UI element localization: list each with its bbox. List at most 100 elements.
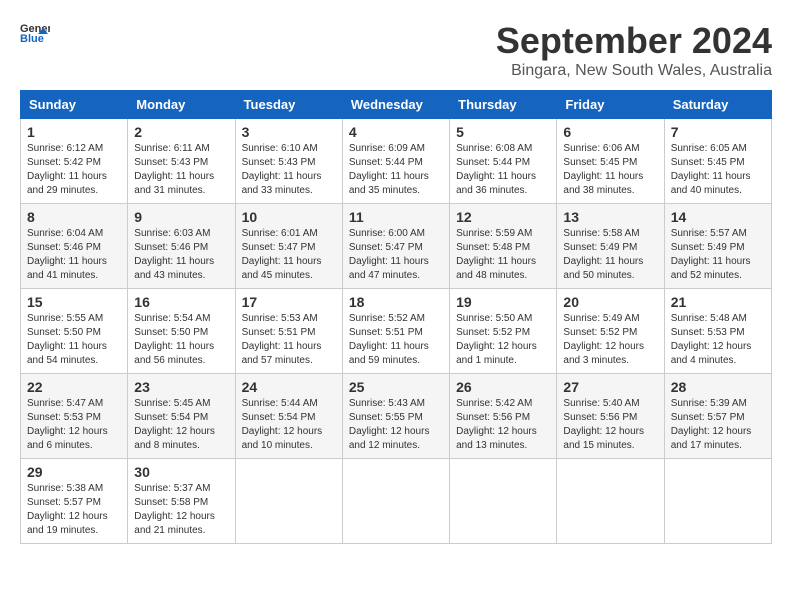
- day-info: Sunrise: 5:55 AMSunset: 5:50 PMDaylight:…: [27, 313, 107, 366]
- logo-icon: General Blue: [20, 20, 50, 44]
- calendar-day-cell: 21 Sunrise: 5:48 AMSunset: 5:53 PMDaylig…: [664, 289, 771, 374]
- calendar-day-cell: [450, 459, 557, 544]
- calendar-day-cell: 6 Sunrise: 6:06 AMSunset: 5:45 PMDayligh…: [557, 119, 664, 204]
- calendar-day-cell: 17 Sunrise: 5:53 AMSunset: 5:51 PMDaylig…: [235, 289, 342, 374]
- day-info: Sunrise: 5:50 AMSunset: 5:52 PMDaylight:…: [456, 313, 537, 366]
- day-info: Sunrise: 6:06 AMSunset: 5:45 PMDaylight:…: [563, 143, 643, 196]
- calendar-day-cell: [342, 459, 449, 544]
- calendar-day-cell: 18 Sunrise: 5:52 AMSunset: 5:51 PMDaylig…: [342, 289, 449, 374]
- day-number: 8: [27, 209, 121, 225]
- day-number: 18: [349, 294, 443, 310]
- calendar-day-cell: 14 Sunrise: 5:57 AMSunset: 5:49 PMDaylig…: [664, 204, 771, 289]
- calendar-day-cell: 13 Sunrise: 5:58 AMSunset: 5:49 PMDaylig…: [557, 204, 664, 289]
- calendar-day-cell: [664, 459, 771, 544]
- calendar-day-cell: 1 Sunrise: 6:12 AMSunset: 5:42 PMDayligh…: [21, 119, 128, 204]
- weekday-header-friday: Friday: [557, 91, 664, 119]
- day-info: Sunrise: 5:42 AMSunset: 5:56 PMDaylight:…: [456, 398, 537, 451]
- calendar-day-cell: 20 Sunrise: 5:49 AMSunset: 5:52 PMDaylig…: [557, 289, 664, 374]
- calendar-day-cell: 15 Sunrise: 5:55 AMSunset: 5:50 PMDaylig…: [21, 289, 128, 374]
- calendar-day-cell: 11 Sunrise: 6:00 AMSunset: 5:47 PMDaylig…: [342, 204, 449, 289]
- day-info: Sunrise: 6:00 AMSunset: 5:47 PMDaylight:…: [349, 228, 429, 281]
- day-number: 21: [671, 294, 765, 310]
- day-info: Sunrise: 5:48 AMSunset: 5:53 PMDaylight:…: [671, 313, 752, 366]
- calendar-day-cell: 22 Sunrise: 5:47 AMSunset: 5:53 PMDaylig…: [21, 374, 128, 459]
- day-number: 16: [134, 294, 228, 310]
- day-number: 3: [242, 124, 336, 140]
- day-number: 27: [563, 379, 657, 395]
- day-info: Sunrise: 5:49 AMSunset: 5:52 PMDaylight:…: [563, 313, 644, 366]
- day-info: Sunrise: 5:39 AMSunset: 5:57 PMDaylight:…: [671, 398, 752, 451]
- location-title: Bingara, New South Wales, Australia: [496, 62, 772, 80]
- day-number: 28: [671, 379, 765, 395]
- day-info: Sunrise: 6:01 AMSunset: 5:47 PMDaylight:…: [242, 228, 322, 281]
- calendar-table: SundayMondayTuesdayWednesdayThursdayFrid…: [20, 90, 772, 544]
- calendar-day-cell: 12 Sunrise: 5:59 AMSunset: 5:48 PMDaylig…: [450, 204, 557, 289]
- calendar-day-cell: 29 Sunrise: 5:38 AMSunset: 5:57 PMDaylig…: [21, 459, 128, 544]
- day-number: 29: [27, 464, 121, 480]
- calendar-day-cell: 5 Sunrise: 6:08 AMSunset: 5:44 PMDayligh…: [450, 119, 557, 204]
- day-info: Sunrise: 5:44 AMSunset: 5:54 PMDaylight:…: [242, 398, 323, 451]
- day-info: Sunrise: 6:08 AMSunset: 5:44 PMDaylight:…: [456, 143, 536, 196]
- calendar-day-cell: 4 Sunrise: 6:09 AMSunset: 5:44 PMDayligh…: [342, 119, 449, 204]
- day-number: 25: [349, 379, 443, 395]
- day-number: 14: [671, 209, 765, 225]
- day-info: Sunrise: 5:58 AMSunset: 5:49 PMDaylight:…: [563, 228, 643, 281]
- day-number: 5: [456, 124, 550, 140]
- day-number: 4: [349, 124, 443, 140]
- weekday-header-saturday: Saturday: [664, 91, 771, 119]
- calendar-day-cell: 28 Sunrise: 5:39 AMSunset: 5:57 PMDaylig…: [664, 374, 771, 459]
- calendar-day-cell: 8 Sunrise: 6:04 AMSunset: 5:46 PMDayligh…: [21, 204, 128, 289]
- calendar-week-row: 1 Sunrise: 6:12 AMSunset: 5:42 PMDayligh…: [21, 119, 772, 204]
- calendar-week-row: 22 Sunrise: 5:47 AMSunset: 5:53 PMDaylig…: [21, 374, 772, 459]
- day-info: Sunrise: 5:52 AMSunset: 5:51 PMDaylight:…: [349, 313, 429, 366]
- day-number: 17: [242, 294, 336, 310]
- day-number: 23: [134, 379, 228, 395]
- day-info: Sunrise: 6:04 AMSunset: 5:46 PMDaylight:…: [27, 228, 107, 281]
- weekday-header-sunday: Sunday: [21, 91, 128, 119]
- calendar-day-cell: 24 Sunrise: 5:44 AMSunset: 5:54 PMDaylig…: [235, 374, 342, 459]
- calendar-day-cell: 27 Sunrise: 5:40 AMSunset: 5:56 PMDaylig…: [557, 374, 664, 459]
- calendar-day-cell: 10 Sunrise: 6:01 AMSunset: 5:47 PMDaylig…: [235, 204, 342, 289]
- day-number: 1: [27, 124, 121, 140]
- weekday-header-monday: Monday: [128, 91, 235, 119]
- weekday-header-tuesday: Tuesday: [235, 91, 342, 119]
- day-number: 26: [456, 379, 550, 395]
- day-info: Sunrise: 6:11 AMSunset: 5:43 PMDaylight:…: [134, 143, 214, 196]
- calendar-day-cell: 25 Sunrise: 5:43 AMSunset: 5:55 PMDaylig…: [342, 374, 449, 459]
- calendar-day-cell: 30 Sunrise: 5:37 AMSunset: 5:58 PMDaylig…: [128, 459, 235, 544]
- day-info: Sunrise: 5:59 AMSunset: 5:48 PMDaylight:…: [456, 228, 536, 281]
- calendar-day-cell: 26 Sunrise: 5:42 AMSunset: 5:56 PMDaylig…: [450, 374, 557, 459]
- calendar-day-cell: 3 Sunrise: 6:10 AMSunset: 5:43 PMDayligh…: [235, 119, 342, 204]
- day-number: 2: [134, 124, 228, 140]
- day-number: 7: [671, 124, 765, 140]
- day-number: 30: [134, 464, 228, 480]
- calendar-day-cell: 19 Sunrise: 5:50 AMSunset: 5:52 PMDaylig…: [450, 289, 557, 374]
- day-info: Sunrise: 6:12 AMSunset: 5:42 PMDaylight:…: [27, 143, 107, 196]
- logo: General Blue: [20, 20, 50, 44]
- calendar-day-cell: 16 Sunrise: 5:54 AMSunset: 5:50 PMDaylig…: [128, 289, 235, 374]
- day-info: Sunrise: 5:54 AMSunset: 5:50 PMDaylight:…: [134, 313, 214, 366]
- day-number: 10: [242, 209, 336, 225]
- day-info: Sunrise: 6:05 AMSunset: 5:45 PMDaylight:…: [671, 143, 751, 196]
- day-info: Sunrise: 5:47 AMSunset: 5:53 PMDaylight:…: [27, 398, 108, 451]
- header: General Blue September 2024 Bingara, New…: [20, 20, 772, 80]
- day-info: Sunrise: 5:40 AMSunset: 5:56 PMDaylight:…: [563, 398, 644, 451]
- day-info: Sunrise: 5:38 AMSunset: 5:57 PMDaylight:…: [27, 483, 108, 536]
- day-number: 19: [456, 294, 550, 310]
- calendar-week-row: 29 Sunrise: 5:38 AMSunset: 5:57 PMDaylig…: [21, 459, 772, 544]
- weekday-header-thursday: Thursday: [450, 91, 557, 119]
- day-number: 22: [27, 379, 121, 395]
- day-number: 20: [563, 294, 657, 310]
- day-info: Sunrise: 6:10 AMSunset: 5:43 PMDaylight:…: [242, 143, 322, 196]
- calendar-day-cell: 7 Sunrise: 6:05 AMSunset: 5:45 PMDayligh…: [664, 119, 771, 204]
- calendar-day-cell: 2 Sunrise: 6:11 AMSunset: 5:43 PMDayligh…: [128, 119, 235, 204]
- weekday-header-wednesday: Wednesday: [342, 91, 449, 119]
- day-number: 13: [563, 209, 657, 225]
- day-info: Sunrise: 6:09 AMSunset: 5:44 PMDaylight:…: [349, 143, 429, 196]
- day-number: 9: [134, 209, 228, 225]
- day-number: 6: [563, 124, 657, 140]
- day-number: 12: [456, 209, 550, 225]
- day-number: 24: [242, 379, 336, 395]
- day-info: Sunrise: 5:53 AMSunset: 5:51 PMDaylight:…: [242, 313, 322, 366]
- day-info: Sunrise: 6:03 AMSunset: 5:46 PMDaylight:…: [134, 228, 214, 281]
